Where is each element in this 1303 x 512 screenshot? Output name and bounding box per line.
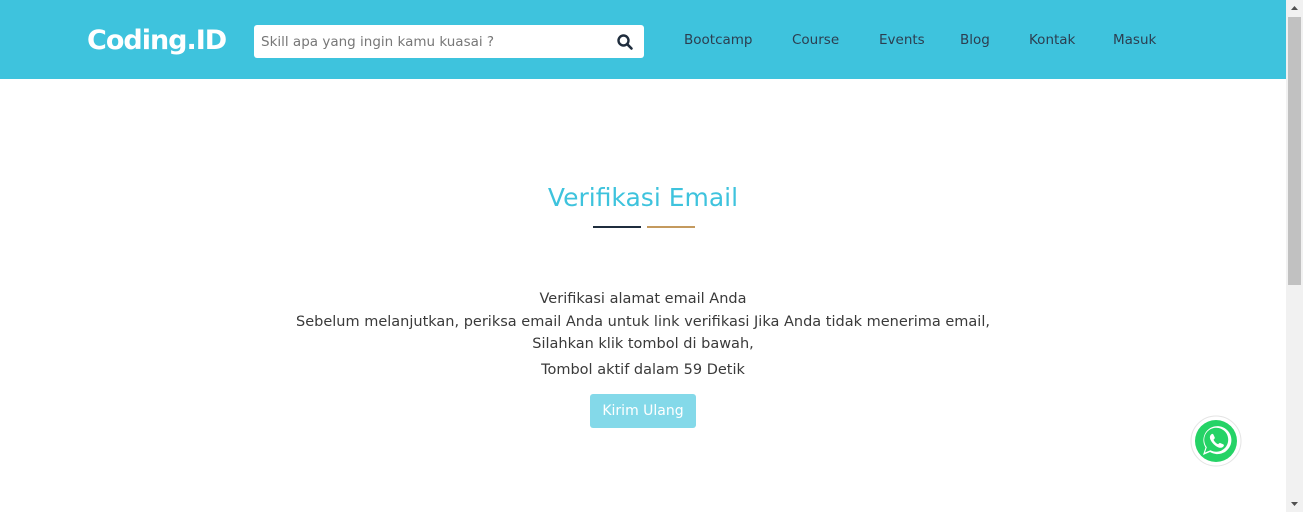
search-icon[interactable] (616, 33, 634, 51)
search-input[interactable] (254, 25, 604, 58)
scrollbar-thumb[interactable] (1288, 17, 1301, 285)
nav-kontak[interactable]: Kontak (1029, 31, 1075, 49)
page: Coding.ID Bootcamp Course Events Blog Ko… (0, 0, 1286, 512)
resend-button[interactable]: Kirim Ulang (590, 394, 696, 428)
logo[interactable]: Coding.ID (87, 24, 227, 58)
title-divider-dark (593, 226, 641, 228)
countdown-text: Tombol aktif dalam 59 Detik (541, 362, 745, 378)
nav-bootcamp[interactable]: Bootcamp (684, 31, 753, 49)
nav-course[interactable]: Course (792, 31, 839, 49)
nav-events[interactable]: Events (879, 31, 925, 49)
verify-heading: Verifikasi alamat email Anda (539, 291, 747, 307)
search-bar (254, 25, 644, 58)
nav-masuk[interactable]: Masuk (1113, 31, 1156, 49)
title-divider-gold (647, 226, 695, 228)
scroll-down-arrow-icon[interactable] (1286, 495, 1303, 512)
nav-blog[interactable]: Blog (960, 31, 990, 49)
verify-instruction-2: Silahkan klik tombol di bawah, (532, 336, 754, 352)
scroll-up-arrow-icon[interactable] (1286, 0, 1303, 17)
page-title: Verifikasi Email (547, 183, 739, 212)
scrollbar[interactable] (1286, 0, 1303, 512)
navbar: Coding.ID Bootcamp Course Events Blog Ko… (0, 0, 1286, 79)
whatsapp-icon[interactable] (1189, 414, 1243, 468)
verify-instruction: Sebelum melanjutkan, periksa email Anda … (296, 314, 990, 330)
